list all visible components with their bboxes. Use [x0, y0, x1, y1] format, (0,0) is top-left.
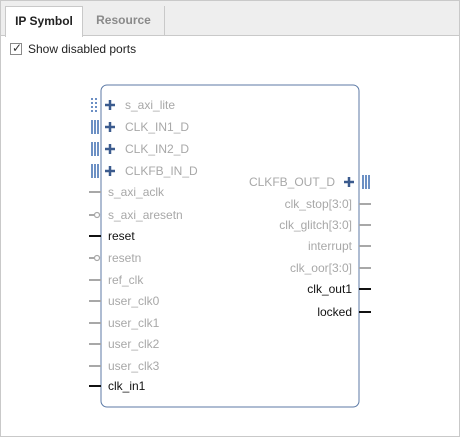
port-label: reset — [108, 229, 135, 243]
port-label: CLKFB_OUT_D — [249, 175, 335, 189]
port-label: ref_clk — [108, 273, 144, 287]
port-label: CLKFB_IN_D — [125, 164, 198, 178]
port-label: CLK_IN2_D — [125, 142, 189, 156]
inversion-bubble — [93, 211, 101, 219]
port-interrupt[interactable]: interrupt — [308, 239, 371, 253]
inversion-bubble — [93, 254, 101, 262]
port-clk-out1[interactable]: clk_out1 — [307, 282, 371, 296]
ip-symbol-panel: IP Symbol Resource ✓ Show disabled ports… — [0, 0, 460, 437]
port-label: resetn — [108, 251, 141, 265]
port-label: clk_out1 — [307, 282, 352, 296]
port-reset[interactable]: reset — [89, 229, 135, 243]
port-resetn[interactable]: resetn — [89, 251, 141, 265]
port-label: clk_oor[3:0] — [290, 261, 352, 275]
tab-ip-symbol[interactable]: IP Symbol — [5, 6, 83, 37]
port-locked[interactable]: locked — [317, 305, 371, 319]
port-clk-in1[interactable]: clk_in1 — [89, 379, 146, 393]
port-user-clk3[interactable]: user_clk3 — [89, 359, 160, 373]
port-ref-clk[interactable]: ref_clk — [89, 273, 144, 287]
port-label: clk_stop[3:0] — [285, 197, 352, 211]
port-s-axi-aclk[interactable]: s_axi_aclk — [89, 185, 165, 199]
port-label: user_clk3 — [108, 359, 160, 373]
port-label: s_axi_aclk — [108, 185, 165, 199]
port-user-clk0[interactable]: user_clk0 — [89, 294, 160, 308]
port-user-clk2[interactable]: user_clk2 — [89, 337, 160, 351]
port-user-clk1[interactable]: user_clk1 — [89, 316, 160, 330]
port-label: clk_in1 — [108, 379, 146, 393]
port-label: clk_glitch[3:0] — [279, 218, 352, 232]
port-label: interrupt — [308, 239, 353, 253]
port-label: s_axi_lite — [125, 98, 175, 112]
port-label: user_clk2 — [108, 337, 160, 351]
port-label: CLK_IN1_D — [125, 120, 189, 134]
port-label: user_clk0 — [108, 294, 160, 308]
ip-symbol-diagram: s_axi_lite CLK_IN1_D CLK_IN2_D CLKFB_IN_D s_… — [89, 84, 371, 408]
port-label: user_clk1 — [108, 316, 160, 330]
tab-bar: IP Symbol Resource — [1, 1, 459, 37]
port-label: s_axi_aresetn — [108, 208, 183, 222]
tab-resource[interactable]: Resource — [83, 6, 165, 35]
port-label: locked — [317, 305, 352, 319]
